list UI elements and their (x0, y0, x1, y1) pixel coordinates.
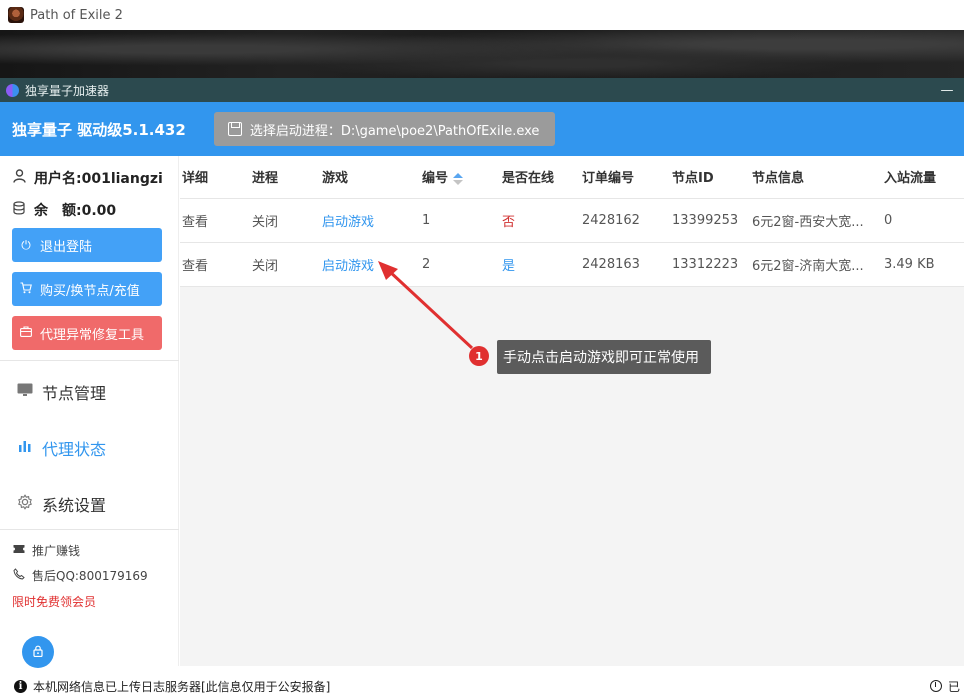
game-window-titlebar: Path of Exile 2 (0, 0, 964, 30)
column-header-number[interactable]: 编号 (420, 156, 500, 199)
sidebar-item-proxy-status[interactable]: 代理状态 (16, 436, 106, 460)
detail-link[interactable]: 查看 (180, 198, 250, 243)
proxy-table: 详细 进程 游戏 编号 是否在线 订单编号 节点ID 节点信息 入站流量 查看 … (180, 156, 964, 287)
annotation-arrow (378, 261, 474, 350)
column-header-order[interactable]: 订单编号 (580, 156, 670, 199)
game-logo-icon (8, 7, 24, 23)
bar-chart-icon (16, 440, 34, 456)
sidebar-divider (0, 529, 179, 530)
gear-icon (16, 494, 34, 514)
username-row: 用户名:001liangzi (0, 162, 178, 194)
lock-button[interactable] (22, 636, 54, 668)
buy-recharge-button[interactable]: 购买/换节点/充值 (12, 272, 162, 306)
online-status: 是 (500, 242, 580, 287)
buy-recharge-label: 购买/换节点/充值 (40, 283, 140, 299)
sidebar-item-label: 代理状态 (42, 440, 107, 459)
select-process-button[interactable]: 选择启动进程：D:\game\poe2\PathOfExile.exe (213, 112, 556, 146)
app-window-title: 独享量子加速器 (25, 83, 110, 98)
sidebar-divider (0, 360, 179, 361)
cart-icon (20, 281, 32, 297)
logout-label: 退出登陆 (40, 239, 93, 255)
table-row: 查看 关闭 启动游戏 2 是 2428163 13312223 6元2窗-济南大… (180, 242, 964, 287)
launch-game-link[interactable]: 启动游戏 (320, 198, 420, 243)
game-window-title: Path of Exile 2 (30, 7, 123, 23)
save-icon (227, 122, 242, 136)
node-id-cell: 13312223 (670, 242, 750, 287)
column-header-node-info[interactable]: 节点信息 (750, 156, 882, 199)
user-icon (12, 169, 26, 187)
database-icon (12, 201, 26, 219)
support-qq-link[interactable]: 售后QQ:800179169 (12, 567, 148, 584)
order-cell: 2428163 (580, 242, 670, 287)
info-icon: i (14, 679, 27, 693)
sidebar-item-system-settings[interactable]: 系统设置 (16, 492, 106, 516)
node-info-cell: 6元2窗-济南大宽... (750, 242, 882, 287)
annotation-tooltip: 手动点击启动游戏即可正常使用 (497, 340, 711, 374)
table-row: 查看 关闭 启动游戏 1 否 2428162 13399253 6元2窗-西安大… (180, 198, 964, 243)
column-header-inbound[interactable]: 入站流量 (882, 156, 964, 199)
process-cell: 关闭 (250, 198, 320, 243)
app-window-titlebar: 独享量子加速器 — (0, 78, 964, 102)
table-header-row: 详细 进程 游戏 编号 是否在线 订单编号 节点ID 节点信息 入站流量 (180, 156, 964, 199)
monitor-icon (16, 383, 34, 401)
column-header-process[interactable]: 进程 (250, 156, 320, 199)
order-cell: 2428162 (580, 198, 670, 243)
column-header-node-id[interactable]: 节点ID (670, 156, 750, 199)
free-vip-label: 限时免费领会员 (12, 595, 97, 609)
app-header: 独享量子 驱动级5.1.432 选择启动进程：D:\game\poe2\Path… (0, 102, 964, 156)
proxy-repair-tool-button[interactable]: 代理异常修复工具 (12, 316, 162, 350)
detail-link[interactable]: 查看 (180, 242, 250, 287)
select-process-label: 选择启动进程：D:\game\poe2\PathOfExile.exe (249, 123, 540, 139)
ticket-icon (12, 544, 26, 557)
sidebar-item-label: 节点管理 (42, 384, 107, 403)
node-id-cell: 13399253 (670, 198, 750, 243)
power-icon: ⏻ (21, 237, 31, 252)
game-background (0, 30, 964, 78)
node-info-cell: 6元2窗-西安大宽... (750, 198, 882, 243)
process-cell: 关闭 (250, 242, 320, 287)
sidebar-item-label: 系统设置 (42, 496, 107, 515)
promo-label: 推广赚钱 (32, 544, 81, 558)
free-vip-link[interactable]: 限时免费领会员 (12, 593, 96, 610)
column-header-detail[interactable]: 详细 (180, 156, 250, 199)
phone-icon (12, 568, 26, 583)
app-logo-icon (6, 83, 19, 97)
sort-icon[interactable] (453, 172, 464, 185)
balance-row: 余 额:0.00 (0, 194, 178, 226)
inbound-cell: 0 (882, 198, 964, 243)
support-qq-label: 售后QQ:800179169 (32, 569, 148, 583)
minimize-button[interactable]: — (940, 83, 954, 98)
annotation-badge: 1 (469, 346, 489, 366)
status-right: 已 (929, 674, 960, 698)
column-header-game[interactable]: 游戏 (320, 156, 420, 199)
sidebar-item-node-management[interactable]: 节点管理 (16, 380, 106, 404)
status-notice: 本机网络信息已上传日志服务器[此信息仅用于公安报备] (33, 679, 331, 694)
online-status: 否 (500, 198, 580, 243)
proxy-status-panel: 详细 进程 游戏 编号 是否在线 订单编号 节点ID 节点信息 入站流量 查看 … (180, 156, 964, 666)
inbound-cell: 3.49 KB (882, 242, 964, 287)
column-header-number-label: 编号 (422, 171, 449, 187)
sidebar: 用户名:001liangzi 余 额:0.00 ⏻ 退出登陆 购买/换节点/充值… (0, 156, 179, 668)
toolbox-icon (20, 326, 32, 340)
promo-link[interactable]: 推广赚钱 (12, 542, 80, 559)
logout-button[interactable]: ⏻ 退出登陆 (12, 228, 162, 262)
clock-icon (929, 680, 942, 692)
proxy-repair-tool-label: 代理异常修复工具 (40, 327, 145, 343)
status-right-text: 已 (947, 679, 960, 694)
number-cell: 1 (420, 198, 500, 243)
status-bar: i 本机网络信息已上传日志服务器[此信息仅用于公安报备] 已 (0, 674, 964, 698)
username: 用户名:001liangzi (34, 171, 163, 187)
balance: 余 额:0.00 (34, 203, 117, 219)
lock-icon (33, 645, 43, 660)
column-header-online[interactable]: 是否在线 (500, 156, 580, 199)
brand-version: 独享量子 驱动级5.1.432 (12, 120, 186, 139)
